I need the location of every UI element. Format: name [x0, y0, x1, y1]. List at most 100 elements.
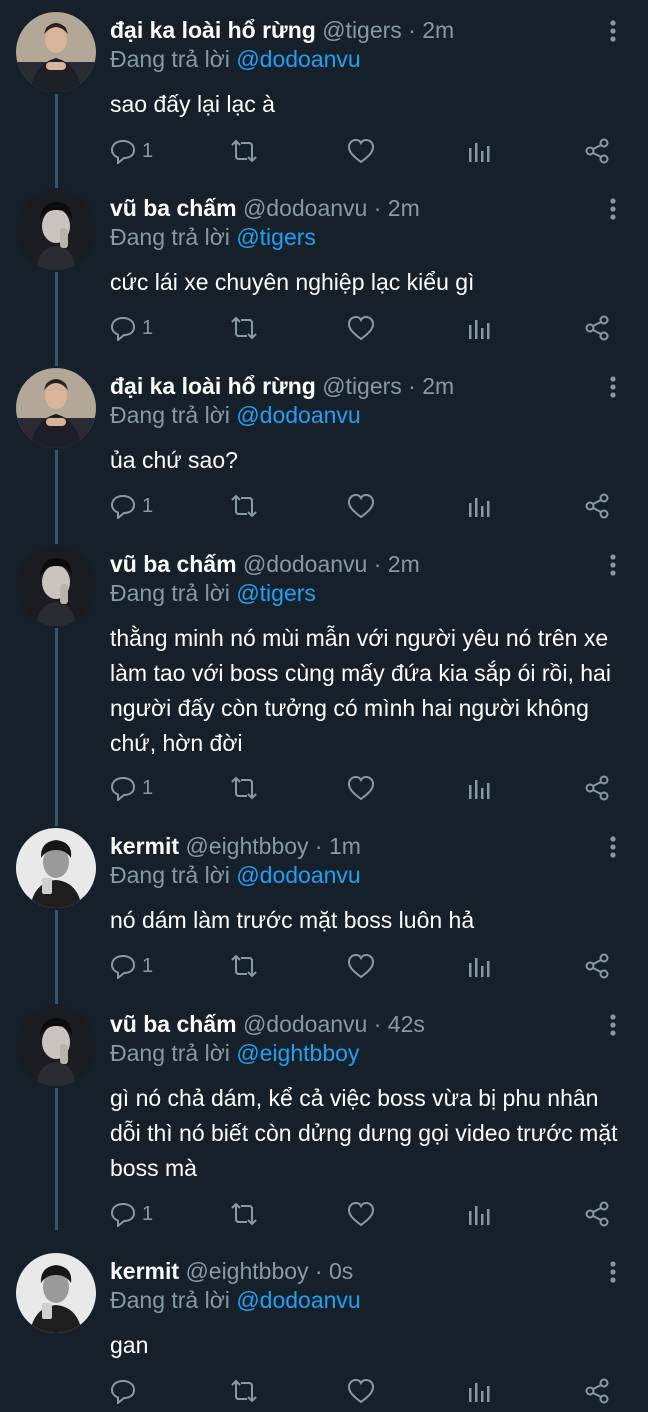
retweet-icon — [230, 1201, 258, 1227]
user-handle[interactable]: @tigers — [322, 17, 402, 43]
reply-icon — [110, 138, 136, 164]
timestamp[interactable]: 0s — [329, 1258, 353, 1284]
retweet-button[interactable] — [230, 491, 258, 521]
separator: · — [308, 1258, 329, 1284]
more-vertical-icon[interactable] — [603, 375, 623, 399]
share-button[interactable] — [584, 136, 610, 166]
tweet-text: cức lái xe chuyên nghiệp lạc kiểu gì — [110, 269, 475, 295]
more-vertical-icon[interactable] — [603, 19, 623, 43]
share-icon — [584, 953, 610, 979]
replying-to-label: Đang trả lời — [110, 46, 237, 72]
reply-icon — [110, 315, 136, 341]
mention-link[interactable]: @dodoanvu — [236, 46, 360, 72]
more-vertical-icon[interactable] — [603, 553, 623, 577]
share-button[interactable] — [584, 313, 610, 343]
reply-button[interactable]: 1 — [110, 951, 153, 981]
analytics-button[interactable] — [468, 313, 492, 343]
like-button[interactable] — [347, 1376, 375, 1406]
heart-icon — [347, 1378, 375, 1404]
tweet-text: thằng minh nó mùi mẫn với người yêu nó t… — [110, 625, 611, 756]
retweet-button[interactable] — [230, 773, 258, 803]
user-handle[interactable]: @dodoanvu — [243, 551, 367, 577]
retweet-button[interactable] — [230, 313, 258, 343]
mention-link[interactable]: @dodoanvu — [236, 862, 360, 888]
timestamp[interactable]: 2m — [388, 195, 420, 221]
display-name[interactable]: đại ka loài hổ rừng — [110, 17, 316, 43]
more-vertical-icon[interactable] — [603, 197, 623, 221]
separator: · — [401, 373, 423, 399]
share-button[interactable] — [584, 1199, 610, 1229]
user-handle[interactable]: @tigers — [322, 373, 402, 399]
timestamp[interactable]: 2m — [422, 373, 454, 399]
like-button[interactable] — [347, 313, 375, 343]
tweet-header: đại ka loài hổ rừng @tigers · 2m — [110, 16, 454, 44]
heart-icon — [347, 493, 375, 519]
conversation-thread: đại ka loài hổ rừng @tigers · 2m Đang tr… — [0, 0, 648, 1412]
heart-icon — [347, 775, 375, 801]
avatar-eightbboy[interactable] — [16, 828, 96, 908]
reply-button[interactable]: 1 — [110, 313, 153, 343]
user-handle[interactable]: @dodoanvu — [243, 195, 367, 221]
tweet-actions: 1 — [110, 313, 630, 343]
avatar-tigers[interactable] — [16, 368, 96, 448]
analytics-button[interactable] — [468, 1376, 492, 1406]
thread-line — [55, 910, 58, 1004]
share-button[interactable] — [584, 951, 610, 981]
display-name[interactable]: vũ ba chấm — [110, 1011, 237, 1037]
more-vertical-icon[interactable] — [603, 835, 623, 859]
share-button[interactable] — [584, 773, 610, 803]
display-name[interactable]: vũ ba chấm — [110, 551, 237, 577]
timestamp[interactable]: 2m — [388, 551, 420, 577]
share-button[interactable] — [584, 1376, 610, 1406]
user-handle[interactable]: @eightbboy — [185, 833, 308, 859]
retweet-button[interactable] — [230, 136, 258, 166]
display-name[interactable]: kermit — [110, 1258, 179, 1284]
share-button[interactable] — [584, 491, 610, 521]
reply-button[interactable]: 1 — [110, 773, 153, 803]
analytics-button[interactable] — [468, 136, 492, 166]
reply-button[interactable]: 1 — [110, 136, 153, 166]
avatar-dodoanvu[interactable] — [16, 190, 96, 270]
mention-link[interactable]: @eightbboy — [236, 1040, 359, 1066]
user-handle[interactable]: @eightbboy — [185, 1258, 308, 1284]
timestamp[interactable]: 2m — [422, 17, 454, 43]
analytics-button[interactable] — [468, 1199, 492, 1229]
replying-to: Đang trả lời @dodoanvu — [110, 45, 361, 73]
reply-count: 1 — [142, 1202, 154, 1225]
mention-link[interactable]: @tigers — [236, 224, 316, 250]
retweet-button[interactable] — [230, 951, 258, 981]
display-name[interactable]: đại ka loài hổ rừng — [110, 373, 316, 399]
avatar-dodoanvu[interactable] — [16, 546, 96, 626]
reply-icon — [110, 1201, 136, 1227]
replying-to: Đang trả lời @tigers — [110, 223, 316, 251]
analytics-button[interactable] — [468, 773, 492, 803]
display-name[interactable]: vũ ba chấm — [110, 195, 237, 221]
retweet-icon — [230, 315, 258, 341]
avatar-tigers[interactable] — [16, 12, 96, 92]
mention-link[interactable]: @dodoanvu — [236, 402, 360, 428]
like-button[interactable] — [347, 136, 375, 166]
like-button[interactable] — [347, 951, 375, 981]
display-name[interactable]: kermit — [110, 833, 179, 859]
timestamp[interactable]: 42s — [388, 1011, 425, 1037]
like-button[interactable] — [347, 773, 375, 803]
mention-link[interactable]: @tigers — [236, 580, 316, 606]
analytics-button[interactable] — [468, 491, 492, 521]
avatar-eightbboy[interactable] — [16, 1253, 96, 1333]
reply-button[interactable] — [110, 1376, 142, 1406]
more-vertical-icon[interactable] — [603, 1260, 623, 1284]
reply-button[interactable]: 1 — [110, 1199, 153, 1229]
analytics-button[interactable] — [468, 951, 492, 981]
mention-link[interactable]: @dodoanvu — [236, 1287, 360, 1313]
like-button[interactable] — [347, 491, 375, 521]
more-vertical-icon[interactable] — [603, 1013, 623, 1037]
like-button[interactable] — [347, 1199, 375, 1229]
retweet-button[interactable] — [230, 1376, 258, 1406]
retweet-button[interactable] — [230, 1199, 258, 1229]
user-handle[interactable]: @dodoanvu — [243, 1011, 367, 1037]
tweet-text: nó dám làm trước mặt boss luôn hả — [110, 907, 475, 933]
avatar-dodoanvu[interactable] — [16, 1006, 96, 1086]
replying-to: Đang trả lời @dodoanvu — [110, 401, 361, 429]
timestamp[interactable]: 1m — [329, 833, 361, 859]
reply-button[interactable]: 1 — [110, 491, 153, 521]
